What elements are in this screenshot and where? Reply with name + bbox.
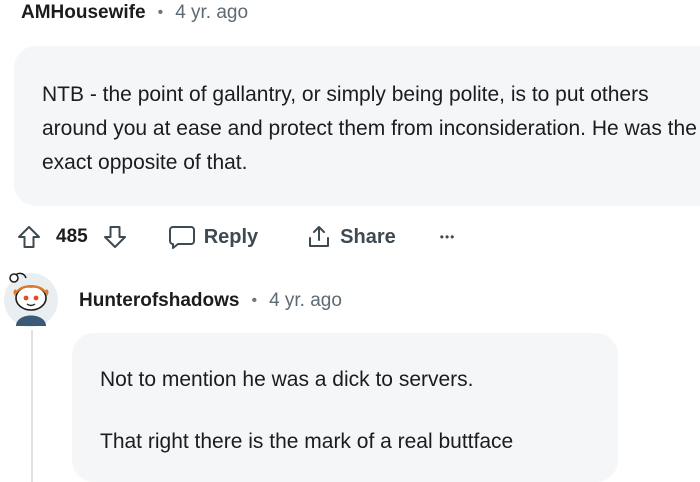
- arrow-up-icon[interactable]: [14, 222, 44, 252]
- reply-label: Reply: [203, 225, 259, 248]
- thread-line: [31, 330, 33, 482]
- speech-bubble-icon: [168, 224, 196, 250]
- reply-paragraph: Not to mention he was a dick to servers.: [100, 368, 474, 391]
- reply-button[interactable]: Reply: [168, 224, 258, 250]
- snoo-avatar[interactable]: [2, 268, 60, 328]
- share-button[interactable]: Share: [306, 224, 396, 250]
- comment-text: NTB - the point of gallantry, or simply …: [42, 83, 697, 174]
- comment-action-bar: 485 Reply Share •••: [14, 217, 455, 257]
- comment-header: AMHousewife • 4 yr. ago: [21, 2, 248, 24]
- vote-count: 485: [56, 226, 88, 247]
- reply-header: Hunterofshadows • 4 yr. ago: [79, 290, 342, 312]
- reply-paragraph: That right there is the mark of a real b…: [100, 430, 514, 453]
- share-label: Share: [340, 225, 396, 248]
- reply-author[interactable]: Hunterofshadows: [79, 290, 239, 312]
- meta-separator: •: [251, 292, 258, 309]
- comment-body: NTB - the point of gallantry, or simply …: [14, 46, 700, 206]
- arrow-down-icon[interactable]: [100, 222, 130, 252]
- reply-body: Not to mention he was a dick to servers.…: [72, 333, 618, 482]
- share-icon: [306, 224, 332, 250]
- meta-separator: •: [157, 4, 164, 21]
- ellipsis-icon[interactable]: •••: [440, 230, 456, 244]
- reply-timestamp[interactable]: 4 yr. ago: [269, 290, 342, 312]
- comment-author[interactable]: AMHousewife: [21, 2, 146, 24]
- comment-timestamp[interactable]: 4 yr. ago: [175, 2, 248, 24]
